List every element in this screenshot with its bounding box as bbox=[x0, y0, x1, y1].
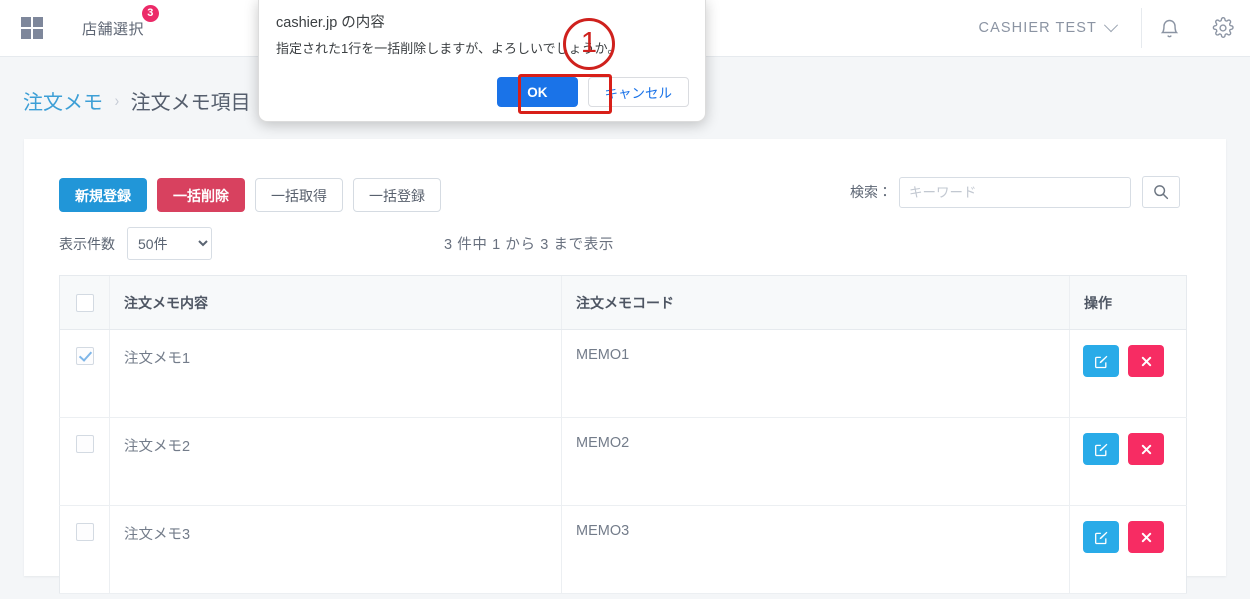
grid-icon[interactable] bbox=[21, 17, 43, 39]
search-icon bbox=[1154, 185, 1169, 200]
listing-controls: 表示件数 50件 3 件中 1 から 3 まで表示 bbox=[59, 227, 1191, 260]
edit-icon-button[interactable] bbox=[1083, 521, 1119, 553]
new-register-button[interactable]: 新規登録 bbox=[59, 178, 147, 212]
breadcrumb: 注文メモ › 注文メモ項目 bbox=[23, 86, 251, 115]
page-size-select[interactable]: 50件 bbox=[127, 227, 212, 260]
row-action-group bbox=[1070, 433, 1186, 465]
search-label: 検索： bbox=[850, 184, 892, 200]
table-header-row: 注文メモ内容 注文メモコード 操作 bbox=[59, 275, 1187, 330]
delete-icon-button[interactable] bbox=[1128, 521, 1164, 553]
row-select-cell bbox=[59, 329, 110, 418]
data-table: 注文メモ内容 注文メモコード 操作 注文メモ1 MEMO1 注文メモ2 MEMO… bbox=[59, 275, 1187, 594]
row-checkbox[interactable] bbox=[75, 347, 94, 365]
select-all-checkbox[interactable] bbox=[75, 293, 94, 312]
table-row[interactable]: 注文メモ1 MEMO1 bbox=[59, 329, 1187, 418]
table-header: 注文メモ内容 注文メモコード 操作 bbox=[59, 275, 1187, 330]
row-code-cell: MEMO3 bbox=[561, 505, 1070, 594]
toolbar: 新規登録 一括削除 一括取得 一括登録 bbox=[59, 178, 441, 212]
row-memo-cell: 注文メモ2 bbox=[109, 417, 562, 506]
page-size-label: 表示件数 bbox=[59, 235, 115, 252]
row-action-cell bbox=[1069, 417, 1187, 506]
dialog-button-group: OK キャンセル bbox=[497, 77, 689, 107]
column-header-memo: 注文メモ内容 bbox=[109, 275, 562, 330]
bulk-fetch-button[interactable]: 一括取得 bbox=[255, 178, 343, 212]
record-summary: 3 件中 1 から 3 まで表示 bbox=[444, 237, 614, 253]
gear-icon[interactable] bbox=[1196, 0, 1250, 57]
row-action-group bbox=[1070, 521, 1186, 553]
dialog-title: cashier.jp の内容 bbox=[276, 15, 385, 31]
bulk-register-button[interactable]: 一括登録 bbox=[353, 178, 441, 212]
search-area: 検索： bbox=[850, 176, 1180, 208]
chevron-down-icon bbox=[1103, 18, 1119, 33]
row-code-cell: MEMO2 bbox=[561, 417, 1070, 506]
row-action-group bbox=[1070, 345, 1186, 377]
dialog-cancel-button[interactable]: キャンセル bbox=[587, 77, 689, 107]
edit-icon-button[interactable] bbox=[1083, 433, 1119, 465]
breadcrumb-parent[interactable]: 注文メモ bbox=[23, 86, 103, 115]
header-right-group: CASHIER TEST bbox=[979, 0, 1250, 56]
row-code-cell: MEMO1 bbox=[561, 329, 1070, 418]
close-icon bbox=[1141, 444, 1151, 454]
row-memo-cell: 注文メモ3 bbox=[109, 505, 562, 594]
edit-icon bbox=[1094, 355, 1107, 368]
search-submit-button[interactable] bbox=[1142, 176, 1180, 208]
dialog-message: 指定された1行を一括削除しますが、よろしいでしょうか。 bbox=[276, 41, 621, 56]
edit-icon bbox=[1094, 531, 1107, 544]
store-select-button[interactable]: 店舗選択 3 bbox=[82, 4, 160, 39]
search-input[interactable] bbox=[899, 176, 1131, 208]
row-checkbox[interactable] bbox=[75, 523, 94, 541]
table-row[interactable]: 注文メモ2 MEMO2 bbox=[59, 417, 1187, 506]
row-action-cell bbox=[1069, 329, 1187, 418]
close-icon bbox=[1141, 356, 1151, 366]
close-icon bbox=[1141, 532, 1151, 542]
row-select-cell bbox=[59, 505, 110, 594]
confirm-dialog: cashier.jp の内容 指定された1行を一括削除しますが、よろしいでしょう… bbox=[258, 0, 706, 122]
bell-icon[interactable] bbox=[1142, 0, 1196, 57]
breadcrumb-current: 注文メモ項目 bbox=[130, 92, 251, 114]
row-checkbox[interactable] bbox=[75, 435, 94, 453]
dialog-ok-button[interactable]: OK bbox=[497, 77, 578, 107]
row-action-cell bbox=[1069, 505, 1187, 594]
table-row[interactable]: 注文メモ3 MEMO3 bbox=[59, 505, 1187, 594]
row-memo-cell: 注文メモ1 bbox=[109, 329, 562, 418]
account-name: CASHIER TEST bbox=[978, 20, 1097, 36]
store-badge: 3 bbox=[142, 4, 160, 22]
bulk-delete-button[interactable]: 一括削除 bbox=[157, 178, 245, 212]
row-select-cell bbox=[59, 417, 110, 506]
select-all-header bbox=[59, 275, 110, 330]
delete-icon-button[interactable] bbox=[1128, 345, 1164, 377]
column-header-code: 注文メモコード bbox=[561, 275, 1070, 330]
edit-icon-button[interactable] bbox=[1083, 345, 1119, 377]
account-menu[interactable]: CASHIER TEST bbox=[978, 18, 1141, 36]
store-select-label: 店舗選択 bbox=[82, 20, 145, 38]
table-body: 注文メモ1 MEMO1 注文メモ2 MEMO2 注文メモ3 MEMO3 bbox=[59, 329, 1187, 594]
content-card: 新規登録 一括削除 一括取得 一括登録 検索： 表示件数 50件 3 件中 1 … bbox=[24, 139, 1226, 594]
edit-icon bbox=[1094, 443, 1107, 456]
breadcrumb-separator-icon: › bbox=[114, 90, 120, 110]
column-header-action: 操作 bbox=[1069, 275, 1187, 330]
delete-icon-button[interactable] bbox=[1128, 433, 1164, 465]
